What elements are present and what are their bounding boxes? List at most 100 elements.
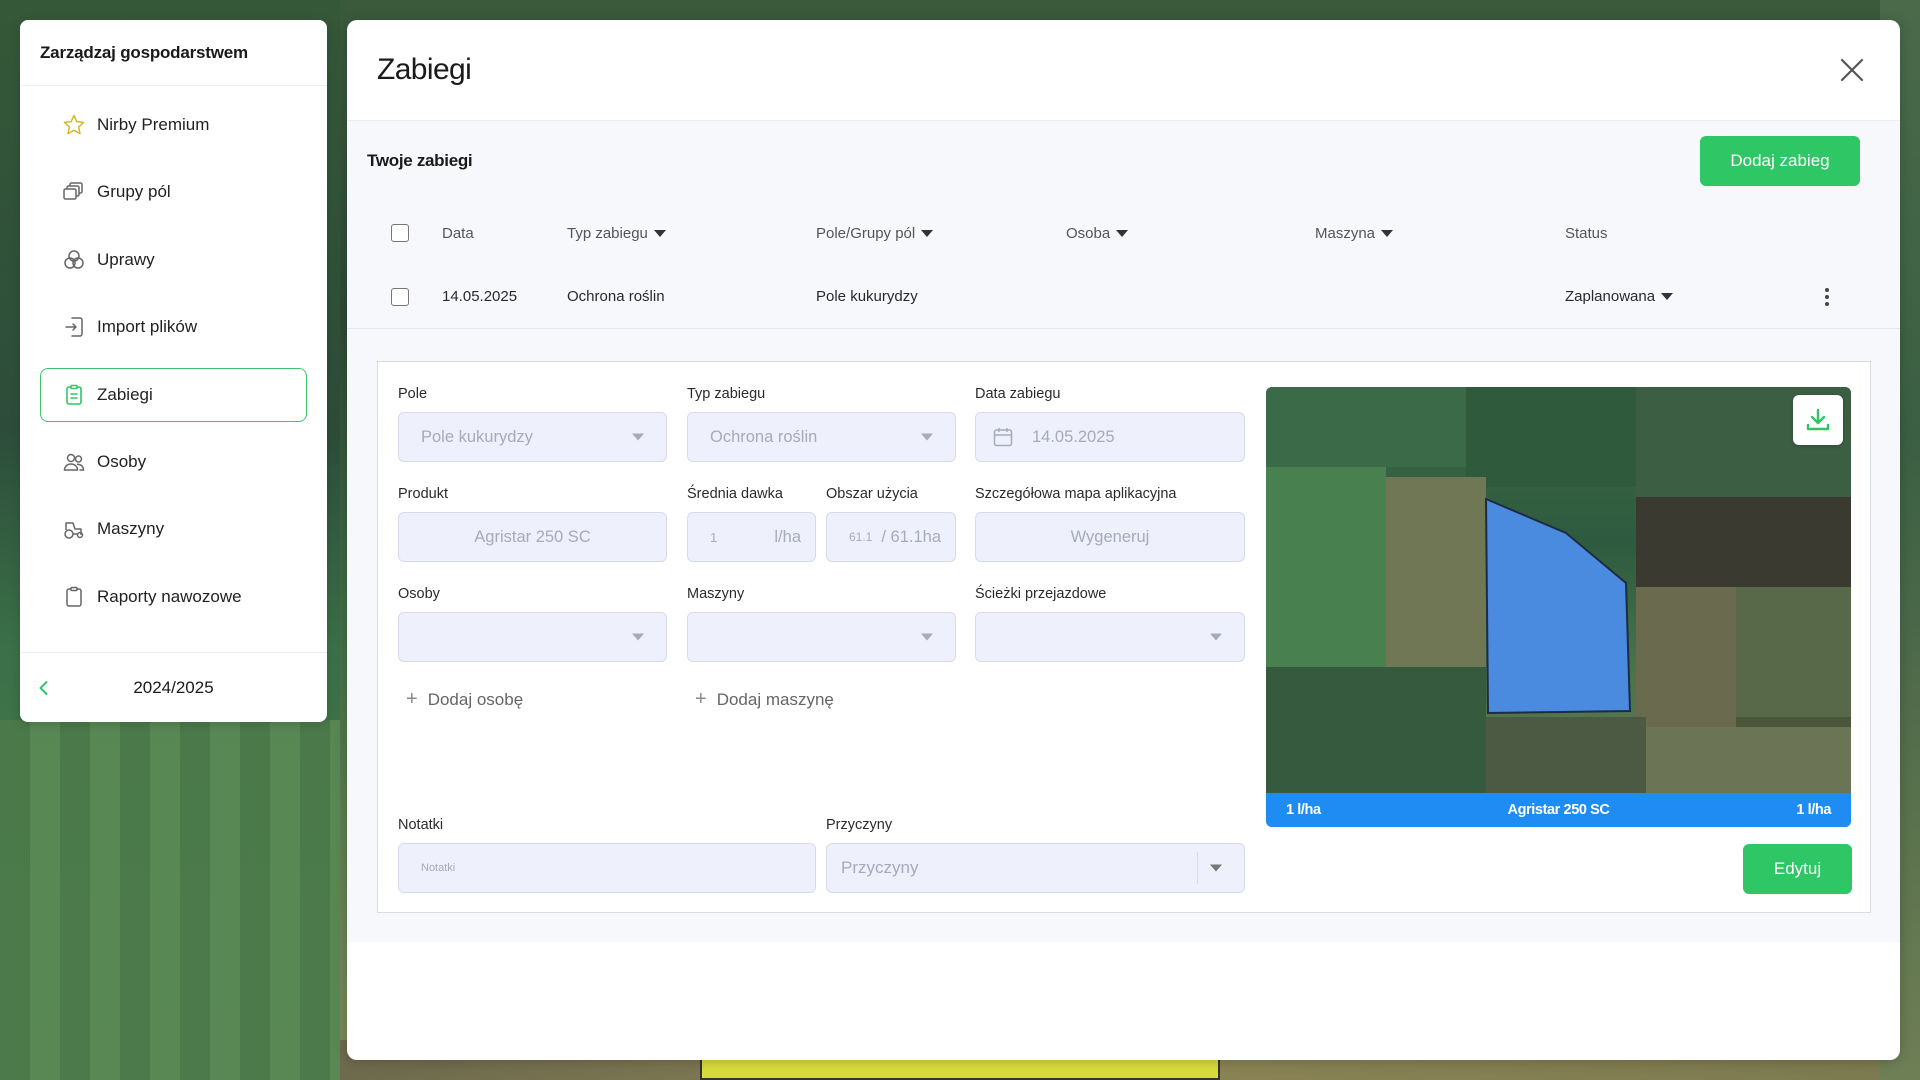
notes-input[interactable]: Notatki bbox=[398, 843, 816, 893]
area-label: Obszar użycia bbox=[826, 486, 918, 502]
chevron-left-icon[interactable] bbox=[34, 678, 54, 698]
chevron-down-icon bbox=[921, 633, 933, 641]
table-row[interactable]: 14.05.2025 Ochrona roślin Pole kukurydzy… bbox=[347, 265, 1900, 329]
generate-map-button[interactable]: Wygeneruj bbox=[975, 512, 1245, 562]
reasons-label: Przyczyny bbox=[826, 817, 893, 833]
row-more-menu[interactable] bbox=[1815, 285, 1839, 309]
edit-button[interactable]: Edytuj bbox=[1743, 844, 1852, 894]
machines-label: Maszyny bbox=[687, 586, 745, 602]
dose-input[interactable]: 1 l/ha bbox=[687, 512, 816, 562]
sidebar-item-label: Osoby bbox=[97, 451, 147, 471]
persons-label: Osoby bbox=[398, 586, 440, 602]
date-input[interactable]: 14.05.2025 bbox=[975, 412, 1245, 462]
row-status-dropdown[interactable]: Zaplanowana bbox=[1565, 288, 1674, 305]
treatment-details-card: Pole Pole kukurydzy Typ zabiegu Ochrona … bbox=[377, 361, 1871, 913]
season-label: 2024/2025 bbox=[133, 677, 214, 697]
close-icon[interactable] bbox=[1834, 52, 1870, 88]
product-label: Produkt bbox=[398, 486, 448, 502]
area-total: / 61.1ha bbox=[881, 527, 941, 546]
header-status: Status bbox=[1565, 224, 1608, 242]
sidebar-item-fertilizer-reports[interactable]: Raporty nawozowe bbox=[40, 570, 307, 624]
sidebar-item-treatments[interactable]: Zabiegi bbox=[40, 367, 307, 422]
season-selector: 2024/2025 bbox=[20, 652, 327, 722]
map-legend: 1 l/ha Agristar 250 SC 1 l/ha bbox=[1266, 793, 1851, 827]
field-boundary bbox=[1484, 497, 1632, 715]
row-checkbox[interactable] bbox=[391, 287, 409, 306]
legend-max: 1 l/ha bbox=[1796, 802, 1831, 818]
treatments-section: Twoje zabiegi Dodaj zabieg Data Typ zabi… bbox=[347, 120, 1900, 942]
field-label: Pole bbox=[398, 386, 428, 402]
field-select[interactable]: Pole kukurydzy bbox=[398, 412, 667, 462]
section-title: Twoje zabiegi bbox=[367, 151, 473, 170]
notes-label: Notatki bbox=[398, 817, 444, 833]
add-machine-button[interactable]: + Dodaj maszynę bbox=[695, 688, 834, 711]
layers-icon bbox=[61, 179, 87, 205]
chevron-down-icon bbox=[1210, 633, 1222, 641]
sidebar-item-label: Zabiegi bbox=[97, 384, 153, 404]
chevron-down-icon bbox=[921, 433, 933, 441]
header-field[interactable]: Pole/Grupy pól bbox=[816, 225, 934, 242]
sidebar-item-people[interactable]: Osoby bbox=[40, 435, 307, 489]
chevron-down-icon bbox=[632, 433, 644, 441]
sidebar-item-machines[interactable]: Maszyny bbox=[40, 502, 307, 556]
sidebar-item-label: Uprawy bbox=[97, 249, 155, 269]
caret-down-icon bbox=[653, 229, 666, 237]
tracks-select[interactable] bbox=[975, 612, 1245, 662]
caret-down-icon bbox=[1381, 229, 1394, 237]
caret-down-icon bbox=[1116, 229, 1129, 237]
machines-select[interactable] bbox=[687, 612, 956, 662]
chevron-down-icon bbox=[632, 633, 644, 641]
caret-down-icon bbox=[921, 229, 934, 237]
sidebar-item-label: Grupy pól bbox=[97, 182, 171, 202]
caret-down-icon bbox=[1661, 293, 1674, 300]
sidebar-title: Zarządzaj gospodarstwem bbox=[20, 20, 327, 86]
table-header: Data Typ zabiegu Pole/Grupy pól Osoba Ma… bbox=[347, 201, 1900, 265]
kebab-menu-icon[interactable] bbox=[1815, 285, 1839, 309]
reasons-select[interactable]: Przyczyny bbox=[826, 843, 1245, 893]
add-treatment-button[interactable]: Dodaj zabieg bbox=[1700, 136, 1860, 186]
header-person[interactable]: Osoba bbox=[1066, 225, 1129, 242]
legend-min: 1 l/ha bbox=[1286, 802, 1321, 818]
report-icon bbox=[61, 584, 87, 610]
dose-label: Średnia dawka bbox=[687, 486, 783, 502]
chevron-down-icon bbox=[1210, 864, 1222, 872]
header-date[interactable]: Data bbox=[442, 225, 474, 242]
sidebar-item-label: Nirby Premium bbox=[97, 115, 210, 134]
dose-unit: l/ha bbox=[774, 527, 801, 546]
app-map-label: Szczegółowa mapa aplikacyjna bbox=[975, 486, 1177, 502]
row-type: Ochrona roślin bbox=[567, 288, 665, 305]
page-title: Zabiegi bbox=[377, 53, 472, 86]
people-icon bbox=[61, 449, 87, 475]
area-input[interactable]: 61.1 / 61.1ha bbox=[826, 512, 956, 562]
clipboard-icon bbox=[61, 382, 87, 408]
header-type[interactable]: Typ zabiegu bbox=[567, 225, 666, 242]
row-field: Pole kukurydzy bbox=[816, 288, 918, 305]
treatments-panel: Zabiegi Twoje zabiegi Dodaj zabieg Data … bbox=[347, 20, 1900, 1060]
tracks-label: Ścieżki przejazdowe bbox=[975, 586, 1107, 602]
row-date: 14.05.2025 bbox=[442, 288, 518, 305]
application-map[interactable]: 1 l/ha Agristar 250 SC 1 l/ha bbox=[1266, 387, 1851, 827]
sidebar-item-crops[interactable]: Uprawy bbox=[40, 233, 307, 287]
plus-icon: + bbox=[695, 688, 707, 710]
sidebar-item-label: Import plików bbox=[97, 317, 198, 337]
type-select[interactable]: Ochrona roślin bbox=[687, 412, 956, 462]
tractor-icon bbox=[61, 516, 87, 542]
legend-product: Agristar 250 SC bbox=[1507, 802, 1610, 818]
header-machine[interactable]: Maszyna bbox=[1315, 225, 1394, 242]
select-all-checkbox[interactable] bbox=[391, 224, 409, 242]
type-label: Typ zabiegu bbox=[687, 386, 766, 402]
add-person-button[interactable]: + Dodaj osobę bbox=[406, 688, 523, 711]
sidebar-item-field-groups[interactable]: Grupy pól bbox=[40, 165, 307, 219]
import-icon bbox=[61, 314, 87, 340]
farm-management-sidebar: Zarządzaj gospodarstwem Nirby Premium Gr… bbox=[20, 20, 327, 722]
persons-select[interactable] bbox=[398, 612, 667, 662]
star-icon bbox=[61, 112, 87, 138]
sidebar-item-file-import[interactable]: Import plików bbox=[40, 300, 307, 354]
download-icon[interactable] bbox=[1793, 395, 1843, 445]
crops-icon bbox=[61, 247, 87, 273]
treatments-table: Data Typ zabiegu Pole/Grupy pól Osoba Ma… bbox=[347, 201, 1900, 329]
product-input[interactable]: Agristar 250 SC bbox=[398, 512, 667, 562]
sidebar-item-premium[interactable]: Nirby Premium bbox=[40, 98, 307, 152]
sidebar-item-label: Raporty nawozowe bbox=[97, 586, 242, 606]
calendar-icon bbox=[992, 426, 1014, 448]
